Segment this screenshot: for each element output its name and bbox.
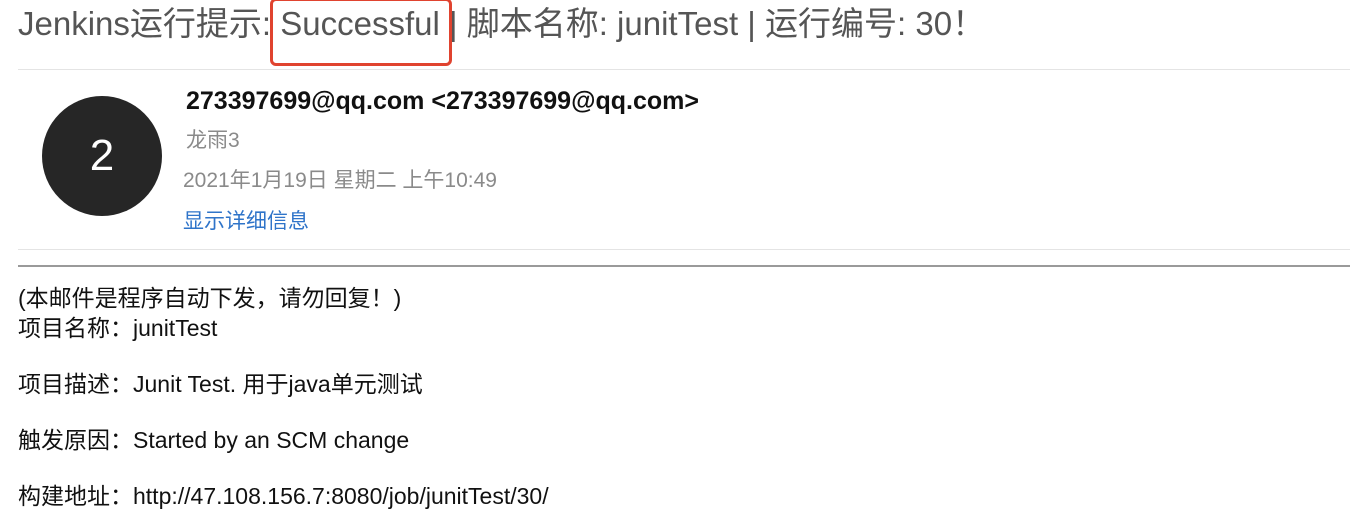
recipient-name: 龙雨3: [186, 129, 240, 152]
trigger-reason-line: 触发原因：Started by an SCM change: [18, 427, 410, 453]
body-horizontal-rule: [18, 265, 1350, 267]
avatar: 2: [42, 96, 162, 216]
email-date: 2021年1月19日 星期二 上午10:49: [183, 169, 497, 192]
build-status-highlighted: Successful: [270, 0, 452, 66]
header-divider: [18, 69, 1350, 70]
build-url-line[interactable]: 构建地址：http://47.108.156.7:8080/job/junitT…: [18, 481, 549, 511]
project-description-line: 项目描述：Junit Test. 用于java单元测试: [18, 371, 423, 397]
header-bottom-divider: [18, 249, 1350, 250]
sender-address[interactable]: 273397699@qq.com <273397699@qq.com>: [186, 84, 699, 118]
subject-suffix: | 脚本名称: junitTest | 运行编号: 30！: [439, 5, 986, 42]
email-subject: Jenkins运行提示: Successful | 脚本名称: junitTes…: [18, 0, 986, 66]
project-name-line: 项目名称：junitTest: [18, 315, 218, 341]
subject-prefix: Jenkins运行提示:: [18, 5, 281, 42]
email-body: (本邮件是程序自动下发，请勿回复！) 项目名称：junitTest 项目描述：J…: [18, 283, 549, 511]
auto-send-notice: (本邮件是程序自动下发，请勿回复！): [18, 285, 402, 311]
show-details-link[interactable]: 显示详细信息: [183, 207, 309, 237]
